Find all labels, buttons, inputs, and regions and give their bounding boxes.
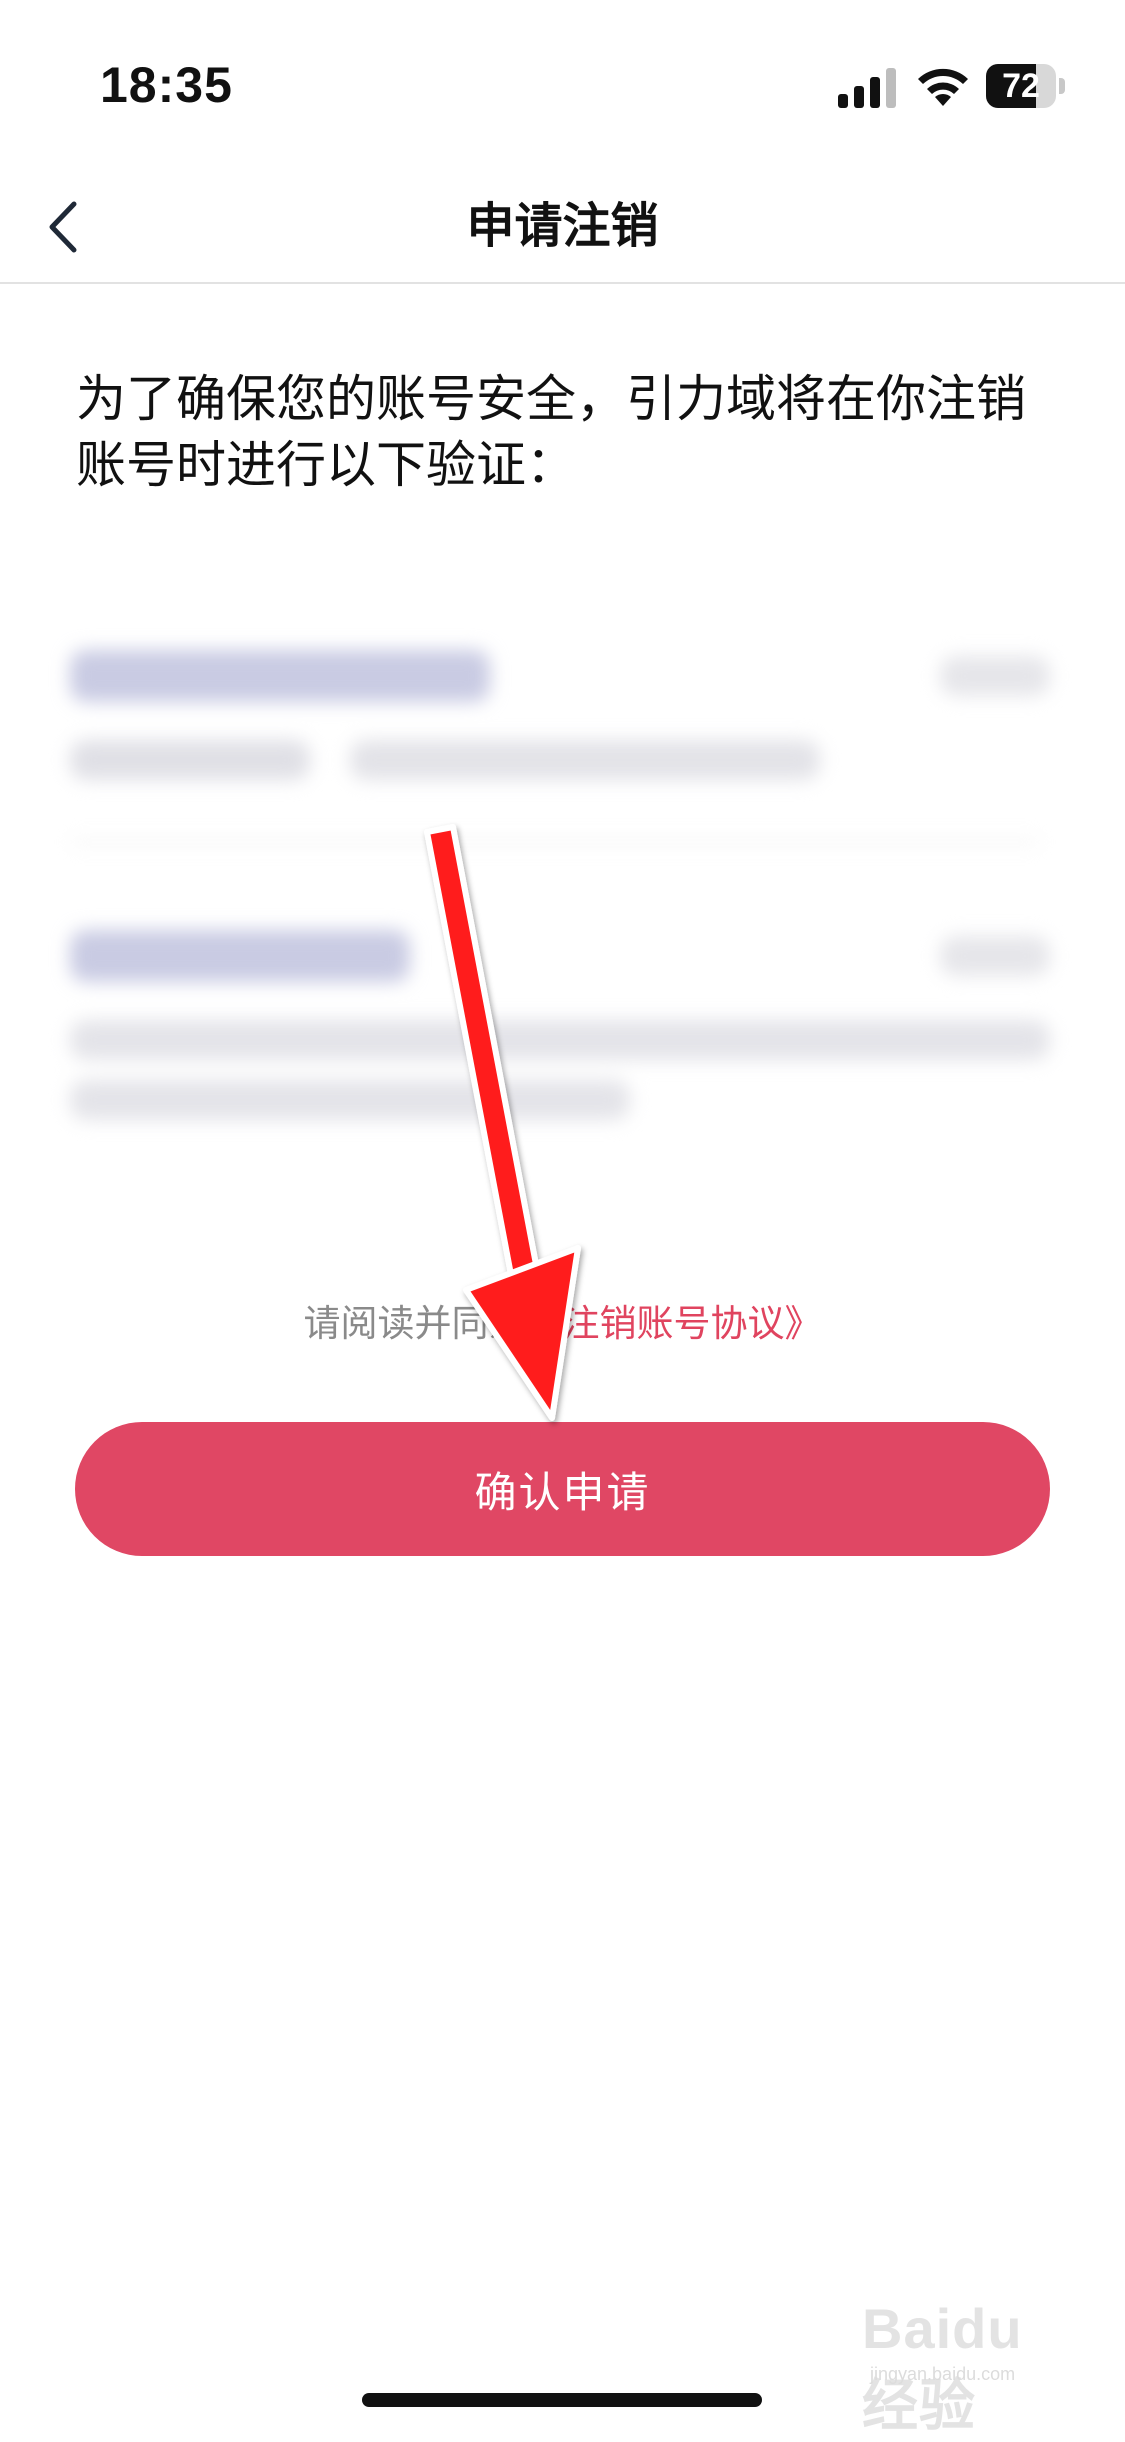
blurred-verification-list (60, 620, 1065, 1220)
blurred-item-title (70, 930, 410, 982)
wifi-icon (918, 68, 968, 106)
page-title: 申请注销 (466, 198, 659, 254)
intro-text: 为了确保您的账号安全，引力域将在你注销账号时进行以下验证： (76, 370, 1026, 494)
blurred-item-status (940, 656, 1050, 696)
battery-level: 72 (1002, 67, 1040, 105)
nav-bar: 申请注销 (0, 170, 1125, 284)
agreement-prefix: 请阅读并同意 (303, 1302, 526, 1345)
blurred-item-desc (350, 740, 820, 780)
home-indicator[interactable] (362, 2393, 762, 2407)
watermark-sub: jingyan.baidu.com (870, 2364, 1016, 2384)
blurred-divider (70, 840, 1040, 844)
battery-body: 72 (986, 64, 1056, 108)
blurred-item-title (70, 650, 490, 702)
confirm-apply-button[interactable]: 确认申请 (75, 1422, 1050, 1556)
status-bar: 18:35 72 (0, 0, 1125, 170)
signal-icon (838, 68, 896, 108)
battery-tip (1059, 78, 1065, 94)
blurred-item-status (940, 936, 1050, 976)
battery-icon: 72 (986, 64, 1066, 108)
blurred-item-desc (70, 740, 310, 780)
agreement-link[interactable]: 《注销账号协议》 (526, 1302, 822, 1345)
agreement-line: 请阅读并同意《注销账号协议》 (0, 1293, 1125, 1347)
blurred-item-desc (70, 1080, 630, 1120)
blurred-item-desc (70, 1020, 1050, 1060)
watermark: Baidu经验 jingyan.baidu.com (862, 2286, 1072, 2437)
status-time: 18:35 (100, 57, 233, 113)
